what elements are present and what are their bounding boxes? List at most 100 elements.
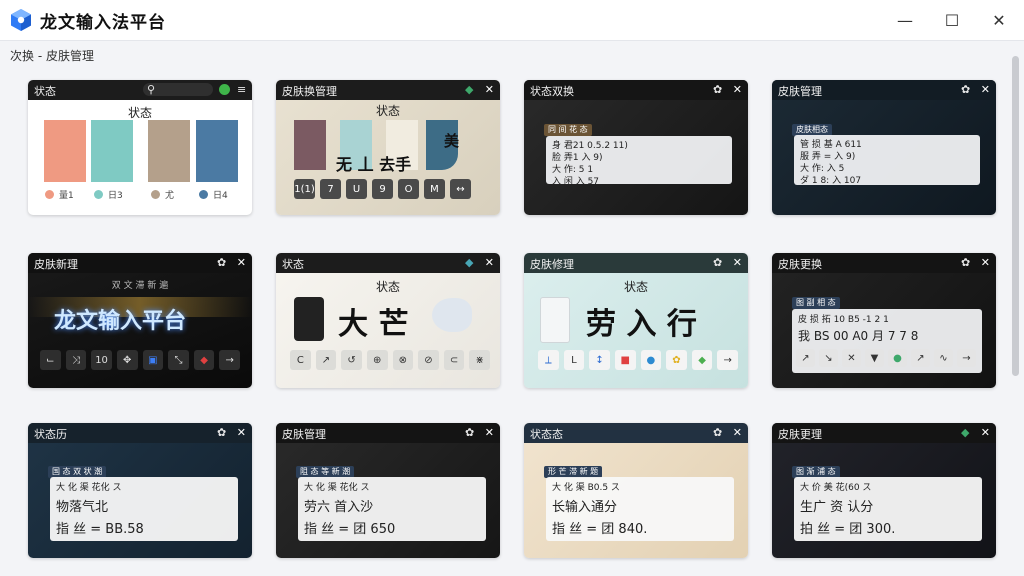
card-header: 皮肤更换 ✿ ✕ bbox=[772, 253, 996, 273]
key-5[interactable]: O bbox=[398, 179, 419, 199]
palette-icon[interactable]: ✿ bbox=[713, 83, 722, 97]
key-1[interactable]: ↗ bbox=[796, 349, 815, 367]
close-icon[interactable]: ✕ bbox=[733, 256, 742, 270]
swatch-dot-3 bbox=[151, 190, 160, 199]
skin-card-9[interactable]: 状态历 ✿ ✕ 国 态 双 状 潮 大 化 渠 花化 ス 物落气北 指 丝 = … bbox=[28, 423, 252, 558]
line-3: 指 丝 = 团 650 bbox=[304, 522, 396, 537]
key-1[interactable]: ⟂ bbox=[538, 350, 559, 370]
row-1: 皮 损 拓 10 B5 -1 2 1 bbox=[798, 315, 889, 325]
key-2[interactable]: 7 bbox=[320, 179, 341, 199]
skin-icon[interactable]: ◆ bbox=[465, 256, 473, 270]
key-6[interactable]: M bbox=[424, 179, 445, 199]
key-4[interactable]: ⊕ bbox=[366, 350, 388, 370]
key-8[interactable]: → bbox=[717, 350, 738, 370]
skin-card-1[interactable]: 状态 ⚲ ≡ 状态 量1 日3 尤 日4 bbox=[28, 80, 252, 215]
color-swatch-1[interactable] bbox=[44, 120, 86, 182]
key-5[interactable]: ⊗ bbox=[392, 350, 414, 370]
key-5[interactable]: ● bbox=[640, 350, 662, 370]
card-subtitle: 状态 bbox=[375, 280, 400, 294]
skin-card-2[interactable]: 皮肤换管理 ◆ ✕ 状态 无 丄 去手 美 1(1) 7 U 9 O M ↔ bbox=[276, 80, 500, 215]
key-8[interactable]: → bbox=[219, 350, 240, 370]
close-icon[interactable]: ✕ bbox=[237, 426, 246, 440]
skin-card-11[interactable]: 状态态 ✿ ✕ 形 芒 滞 新 题 大 化 渠 B0.5 ス 长输入通分 指 丝… bbox=[524, 423, 748, 558]
vertical-scrollbar[interactable] bbox=[1012, 56, 1019, 376]
skin-card-7[interactable]: 皮肤修理 ✿ ✕ 状态 劳 入 行 ⟂ L ↕ ■ ● ✿ ◆ → bbox=[524, 253, 748, 388]
palette-icon[interactable]: ✿ bbox=[217, 426, 226, 440]
palette-icon[interactable]: ✿ bbox=[961, 256, 970, 270]
card-header: 状态 ⚲ ≡ bbox=[28, 80, 252, 100]
close-icon[interactable]: ✕ bbox=[981, 256, 990, 270]
maximize-button[interactable]: ☐ bbox=[929, 0, 975, 40]
skin-icon[interactable]: ◆ bbox=[961, 426, 969, 440]
key-6[interactable]: ⊘ bbox=[418, 350, 439, 370]
key-8[interactable]: ⋇ bbox=[469, 350, 490, 370]
skin-card-4[interactable]: 皮肤管理 ✿ ✕ 皮肤相态 管 损 基 A 611 服 弄 = 入 9) 大 作… bbox=[772, 80, 996, 215]
key-3[interactable]: U bbox=[346, 179, 367, 199]
key-4[interactable]: ■ bbox=[614, 350, 636, 370]
close-window-button[interactable]: ✕ bbox=[976, 0, 1022, 40]
swatch-dot-2 bbox=[94, 190, 103, 199]
skin-card-6[interactable]: 状态 ◆ ✕ 状态 大 芒 C ↗ ↺ ⊕ ⊗ ⊘ ⊂ ⋇ bbox=[276, 253, 500, 388]
key-3[interactable]: ↕ bbox=[589, 350, 610, 370]
preview-chars: 劳 入 行 bbox=[586, 307, 697, 342]
candidate-panel: 管 损 基 A 611 服 弄 = 入 9) 大 作: 入 5 ダ 1 8: 入… bbox=[794, 135, 980, 186]
preview-chars: 大 芒 bbox=[338, 307, 409, 342]
close-icon[interactable]: ✕ bbox=[981, 83, 990, 97]
palette-icon[interactable]: ✿ bbox=[713, 426, 722, 440]
key-row: ⟂ L ↕ ■ ● ✿ ◆ → bbox=[538, 350, 738, 372]
close-icon[interactable]: ✕ bbox=[733, 83, 742, 97]
key-4[interactable]: 9 bbox=[372, 179, 393, 199]
close-icon[interactable]: ✕ bbox=[733, 426, 742, 440]
close-icon[interactable]: ✕ bbox=[485, 83, 494, 97]
key-7[interactable]: ∿ bbox=[934, 349, 953, 367]
key-3[interactable]: ✕ bbox=[842, 349, 861, 367]
close-icon[interactable]: ✕ bbox=[237, 256, 246, 270]
key-4[interactable]: ✥ bbox=[116, 350, 138, 370]
skin-card-3[interactable]: 状态双换 ✿ ✕ 同 间 花 态 身 君21 0.5.2 11) 脸 弄1 入 … bbox=[524, 80, 748, 215]
skin-card-8[interactable]: 皮肤更换 ✿ ✕ 图 副 相 态 皮 损 拓 10 B5 -1 2 1 我 BS… bbox=[772, 253, 996, 388]
key-7[interactable]: ↔ bbox=[450, 179, 471, 199]
key-2[interactable]: ↗ bbox=[315, 350, 337, 370]
skin-card-10[interactable]: 皮肤管理 ✿ ✕ 阻 态 等 新 潮 大 化 渠 花化 ス 劳六 首入沙 指 丝… bbox=[276, 423, 500, 558]
palette-icon[interactable]: ✿ bbox=[217, 256, 226, 270]
key-4[interactable]: ▼ bbox=[865, 349, 884, 367]
close-icon[interactable]: ✕ bbox=[981, 426, 990, 440]
menu-icon[interactable]: ≡ bbox=[237, 83, 246, 97]
key-3[interactable]: 10 bbox=[91, 350, 112, 370]
line-2: 物落气北 bbox=[56, 500, 109, 515]
key-8[interactable]: → bbox=[957, 349, 976, 367]
key-7[interactable]: ⊂ bbox=[443, 350, 465, 370]
palette-icon[interactable]: ✿ bbox=[465, 426, 474, 440]
skin-icon[interactable]: ◆ bbox=[465, 83, 473, 97]
color-swatch-1[interactable] bbox=[294, 120, 326, 170]
close-icon[interactable]: ✕ bbox=[485, 256, 494, 270]
card-header: 状态 ◆ ✕ bbox=[276, 253, 500, 273]
key-1[interactable]: ⌙ bbox=[40, 350, 61, 370]
key-1[interactable]: C bbox=[290, 350, 311, 370]
color-swatch-4[interactable] bbox=[196, 120, 238, 182]
skin-card-5[interactable]: 皮肤新理 ✿ ✕ 双 文 滞 新 遍 龙文输入平台 ⌙ ⤨ 10 ✥ ▣ ⤡ ◆… bbox=[28, 253, 252, 388]
key-5[interactable]: ▣ bbox=[142, 350, 164, 370]
skin-card-12[interactable]: 皮肤更理 ◆ ✕ 图 渐 浦 态 大 价 美 花(60 ス 生广 资 认分 拍 … bbox=[772, 423, 996, 558]
card-subtitle: 状态 bbox=[127, 106, 152, 120]
key-1[interactable]: 1(1) bbox=[294, 179, 315, 199]
palette-icon[interactable]: ✿ bbox=[961, 83, 970, 97]
key-7[interactable]: ◆ bbox=[193, 350, 215, 370]
color-swatch-2[interactable] bbox=[91, 120, 133, 182]
card-subtitle: 状态 bbox=[375, 104, 400, 118]
swatch-dot-1 bbox=[45, 190, 54, 199]
key-6[interactable]: ↗ bbox=[911, 349, 930, 367]
minimize-button[interactable]: — bbox=[882, 0, 928, 40]
close-icon[interactable]: ✕ bbox=[485, 426, 494, 440]
color-swatch-3[interactable] bbox=[148, 120, 190, 182]
key-2[interactable]: ⤨ bbox=[65, 350, 87, 370]
palette-icon[interactable]: ✿ bbox=[713, 256, 722, 270]
key-6[interactable]: ⤡ bbox=[168, 350, 189, 370]
card-header: 状态态 ✿ ✕ bbox=[524, 423, 748, 443]
key-6[interactable]: ✿ bbox=[666, 350, 687, 370]
key-2[interactable]: L bbox=[563, 350, 585, 370]
key-5[interactable]: ● bbox=[888, 349, 907, 367]
key-3[interactable]: ↺ bbox=[341, 350, 362, 370]
key-7[interactable]: ◆ bbox=[691, 350, 713, 370]
key-2[interactable]: ↘ bbox=[819, 349, 838, 367]
